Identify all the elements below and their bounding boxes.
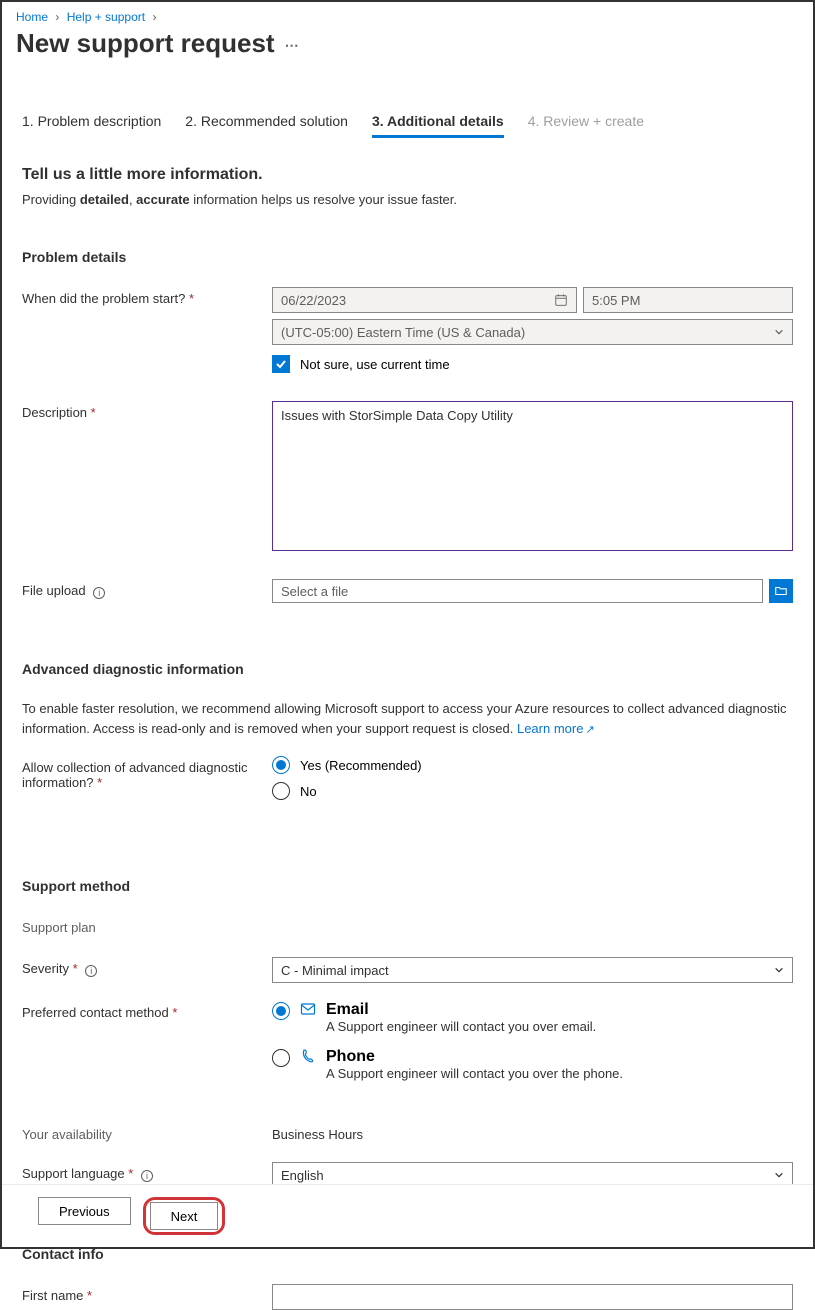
- timezone-select[interactable]: (UTC-05:00) Eastern Time (US & Canada): [272, 319, 793, 345]
- chevron-right-icon: ›: [55, 10, 59, 24]
- breadcrumb-help-support[interactable]: Help + support: [67, 10, 145, 24]
- label-allow-diag: Allow collection of advanced diagnostic …: [22, 756, 272, 790]
- info-icon[interactable]: i: [85, 965, 97, 977]
- section-contact-info: Contact info: [22, 1246, 793, 1262]
- wizard-footer: Previous Next: [2, 1184, 813, 1247]
- date-input[interactable]: 06/22/2023: [272, 287, 577, 313]
- learn-more-link[interactable]: Learn more: [517, 721, 583, 736]
- contact-method-phone[interactable]: Phone A Support engineer will contact yo…: [272, 1048, 793, 1081]
- chevron-down-icon: [774, 965, 784, 975]
- info-icon[interactable]: i: [141, 1170, 153, 1182]
- tab-additional-details[interactable]: 3. Additional details: [372, 113, 504, 138]
- label-support-plan: Support plan: [22, 916, 272, 935]
- email-icon: [300, 1001, 316, 1017]
- file-browse-button[interactable]: [769, 579, 793, 603]
- radio-unchecked-icon: [272, 1049, 290, 1067]
- next-button-highlight: Next: [143, 1197, 226, 1235]
- checkbox-checked-icon: [272, 355, 290, 373]
- diag-radio-group: Yes (Recommended) No: [272, 756, 793, 800]
- breadcrumb: Home › Help + support ›: [2, 2, 813, 26]
- tab-recommended-solution[interactable]: 2. Recommended solution: [185, 113, 348, 138]
- previous-button[interactable]: Previous: [38, 1197, 131, 1225]
- diag-description: To enable faster resolution, we recommen…: [22, 699, 793, 738]
- use-current-time-checkbox[interactable]: Not sure, use current time: [272, 355, 793, 373]
- intro-text: Providing detailed, accurate information…: [22, 192, 793, 207]
- first-name-input[interactable]: [272, 1284, 793, 1310]
- calendar-icon: [554, 293, 568, 307]
- label-preferred-contact: Preferred contact method *: [22, 1001, 272, 1020]
- folder-icon: [774, 584, 788, 598]
- diag-radio-yes[interactable]: Yes (Recommended): [272, 756, 793, 774]
- section-problem-details: Problem details: [22, 249, 793, 265]
- section-advanced-diag: Advanced diagnostic information: [22, 661, 793, 677]
- label-first-name: First name *: [22, 1284, 272, 1303]
- label-severity: Severity * i: [22, 957, 272, 977]
- next-button[interactable]: Next: [150, 1202, 219, 1230]
- use-current-time-label: Not sure, use current time: [300, 357, 450, 372]
- tab-review-create: 4. Review + create: [528, 113, 644, 138]
- radio-checked-icon: [272, 756, 290, 774]
- intro-heading: Tell us a little more information.: [22, 166, 793, 184]
- severity-select[interactable]: C - Minimal impact: [272, 957, 793, 983]
- radio-checked-icon: [272, 1002, 290, 1020]
- more-actions-icon[interactable]: ⋯: [285, 37, 300, 53]
- radio-unchecked-icon: [272, 782, 290, 800]
- phone-icon: [300, 1048, 316, 1064]
- page-title: New support request⋯: [2, 26, 813, 65]
- info-icon[interactable]: i: [93, 587, 105, 599]
- external-link-icon: ↗: [585, 724, 594, 736]
- wizard-tabs: 1. Problem description 2. Recommended so…: [22, 113, 793, 138]
- label-description: Description *: [22, 401, 272, 420]
- tab-problem-description[interactable]: 1. Problem description: [22, 113, 161, 138]
- label-file-upload: File upload i: [22, 579, 272, 599]
- contact-method-email[interactable]: Email A Support engineer will contact yo…: [272, 1001, 793, 1034]
- breadcrumb-home[interactable]: Home: [16, 10, 48, 24]
- availability-value: Business Hours: [272, 1123, 793, 1142]
- chevron-down-icon: [774, 327, 784, 337]
- chevron-right-icon: ›: [152, 10, 156, 24]
- diag-radio-no[interactable]: No: [272, 782, 793, 800]
- description-textarea[interactable]: Issues with StorSimple Data Copy Utility: [272, 401, 793, 551]
- label-support-language: Support language * i: [22, 1162, 272, 1182]
- chevron-down-icon: [774, 1170, 784, 1180]
- time-input[interactable]: 5:05 PM: [583, 287, 793, 313]
- label-availability: Your availability: [22, 1123, 272, 1142]
- label-when-start: When did the problem start? *: [22, 287, 272, 306]
- section-support-method: Support method: [22, 878, 793, 894]
- file-select-input[interactable]: Select a file: [272, 579, 763, 603]
